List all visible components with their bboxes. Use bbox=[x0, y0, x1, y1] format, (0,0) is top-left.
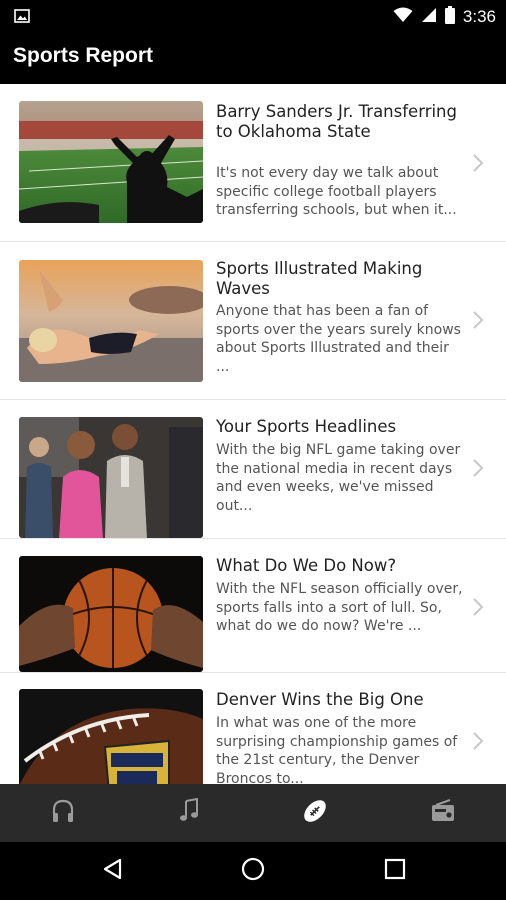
tab-headphones[interactable] bbox=[0, 784, 126, 842]
article-item[interactable]: Your Sports Headlines With the big NFL g… bbox=[0, 399, 506, 539]
article-title: Your Sports Headlines bbox=[216, 417, 397, 436]
tab-radio[interactable] bbox=[380, 784, 506, 842]
article-list[interactable]: Barry Sanders Jr. Transferring to Oklaho… bbox=[0, 84, 506, 784]
chevron-right-icon bbox=[470, 456, 486, 480]
app-title: Sports Report bbox=[13, 44, 154, 67]
bottom-tab-bar bbox=[0, 784, 506, 842]
image-icon bbox=[14, 8, 30, 27]
football-icon bbox=[300, 796, 330, 830]
article-title: What Do We Do Now? bbox=[216, 556, 397, 575]
article-snippet: In what was one of the more surprising c… bbox=[216, 715, 458, 784]
article-snippet: With the big NFL game taking over the na… bbox=[216, 442, 461, 514]
chevron-right-icon bbox=[470, 151, 486, 175]
tab-football[interactable] bbox=[252, 784, 378, 842]
battery-icon bbox=[444, 6, 455, 28]
wifi-icon bbox=[393, 7, 413, 27]
tab-music[interactable] bbox=[126, 784, 252, 842]
article-item[interactable]: Denver Wins the Big One In what was one … bbox=[0, 672, 506, 784]
recents-icon bbox=[384, 858, 406, 884]
back-button[interactable] bbox=[98, 856, 128, 886]
beach-swimsuit-image bbox=[19, 260, 203, 382]
article-title: Sports Illustrated Making Waves bbox=[216, 259, 423, 298]
signal-icon bbox=[421, 7, 437, 27]
couple-event-image bbox=[19, 417, 203, 538]
article-snippet: Anyone that has been a fan of sports ove… bbox=[216, 303, 461, 375]
home-icon bbox=[240, 856, 266, 886]
basketball-hands-image bbox=[19, 556, 203, 672]
article-snippet: It's not every day we talk about specifi… bbox=[216, 165, 457, 218]
app-bar: Sports Report bbox=[0, 32, 506, 84]
radio-icon bbox=[430, 799, 456, 827]
status-bar: 3:36 bbox=[0, 0, 506, 32]
music-note-icon bbox=[178, 797, 200, 828]
recents-button[interactable] bbox=[380, 856, 410, 886]
status-time: 3:36 bbox=[462, 7, 496, 26]
article-snippet: With the NFL season officially over, spo… bbox=[216, 581, 463, 634]
stadium-fan-image bbox=[19, 101, 203, 223]
home-button[interactable] bbox=[238, 856, 268, 886]
article-item[interactable]: Barry Sanders Jr. Transferring to Oklaho… bbox=[0, 84, 506, 242]
article-title: Barry Sanders Jr. Transferring to Oklaho… bbox=[216, 102, 457, 141]
headphones-icon bbox=[50, 798, 76, 828]
article-item[interactable]: What Do We Do Now? With the NFL season o… bbox=[0, 538, 506, 673]
chevron-right-icon bbox=[470, 595, 486, 619]
system-nav-bar bbox=[0, 842, 506, 900]
chevron-right-icon bbox=[470, 308, 486, 332]
article-item[interactable]: Sports Illustrated Making Waves Anyone t… bbox=[0, 241, 506, 400]
chevron-right-icon bbox=[470, 729, 486, 753]
back-icon bbox=[101, 857, 125, 885]
article-title: Denver Wins the Big One bbox=[216, 690, 424, 709]
nfl-football-image bbox=[19, 689, 203, 784]
